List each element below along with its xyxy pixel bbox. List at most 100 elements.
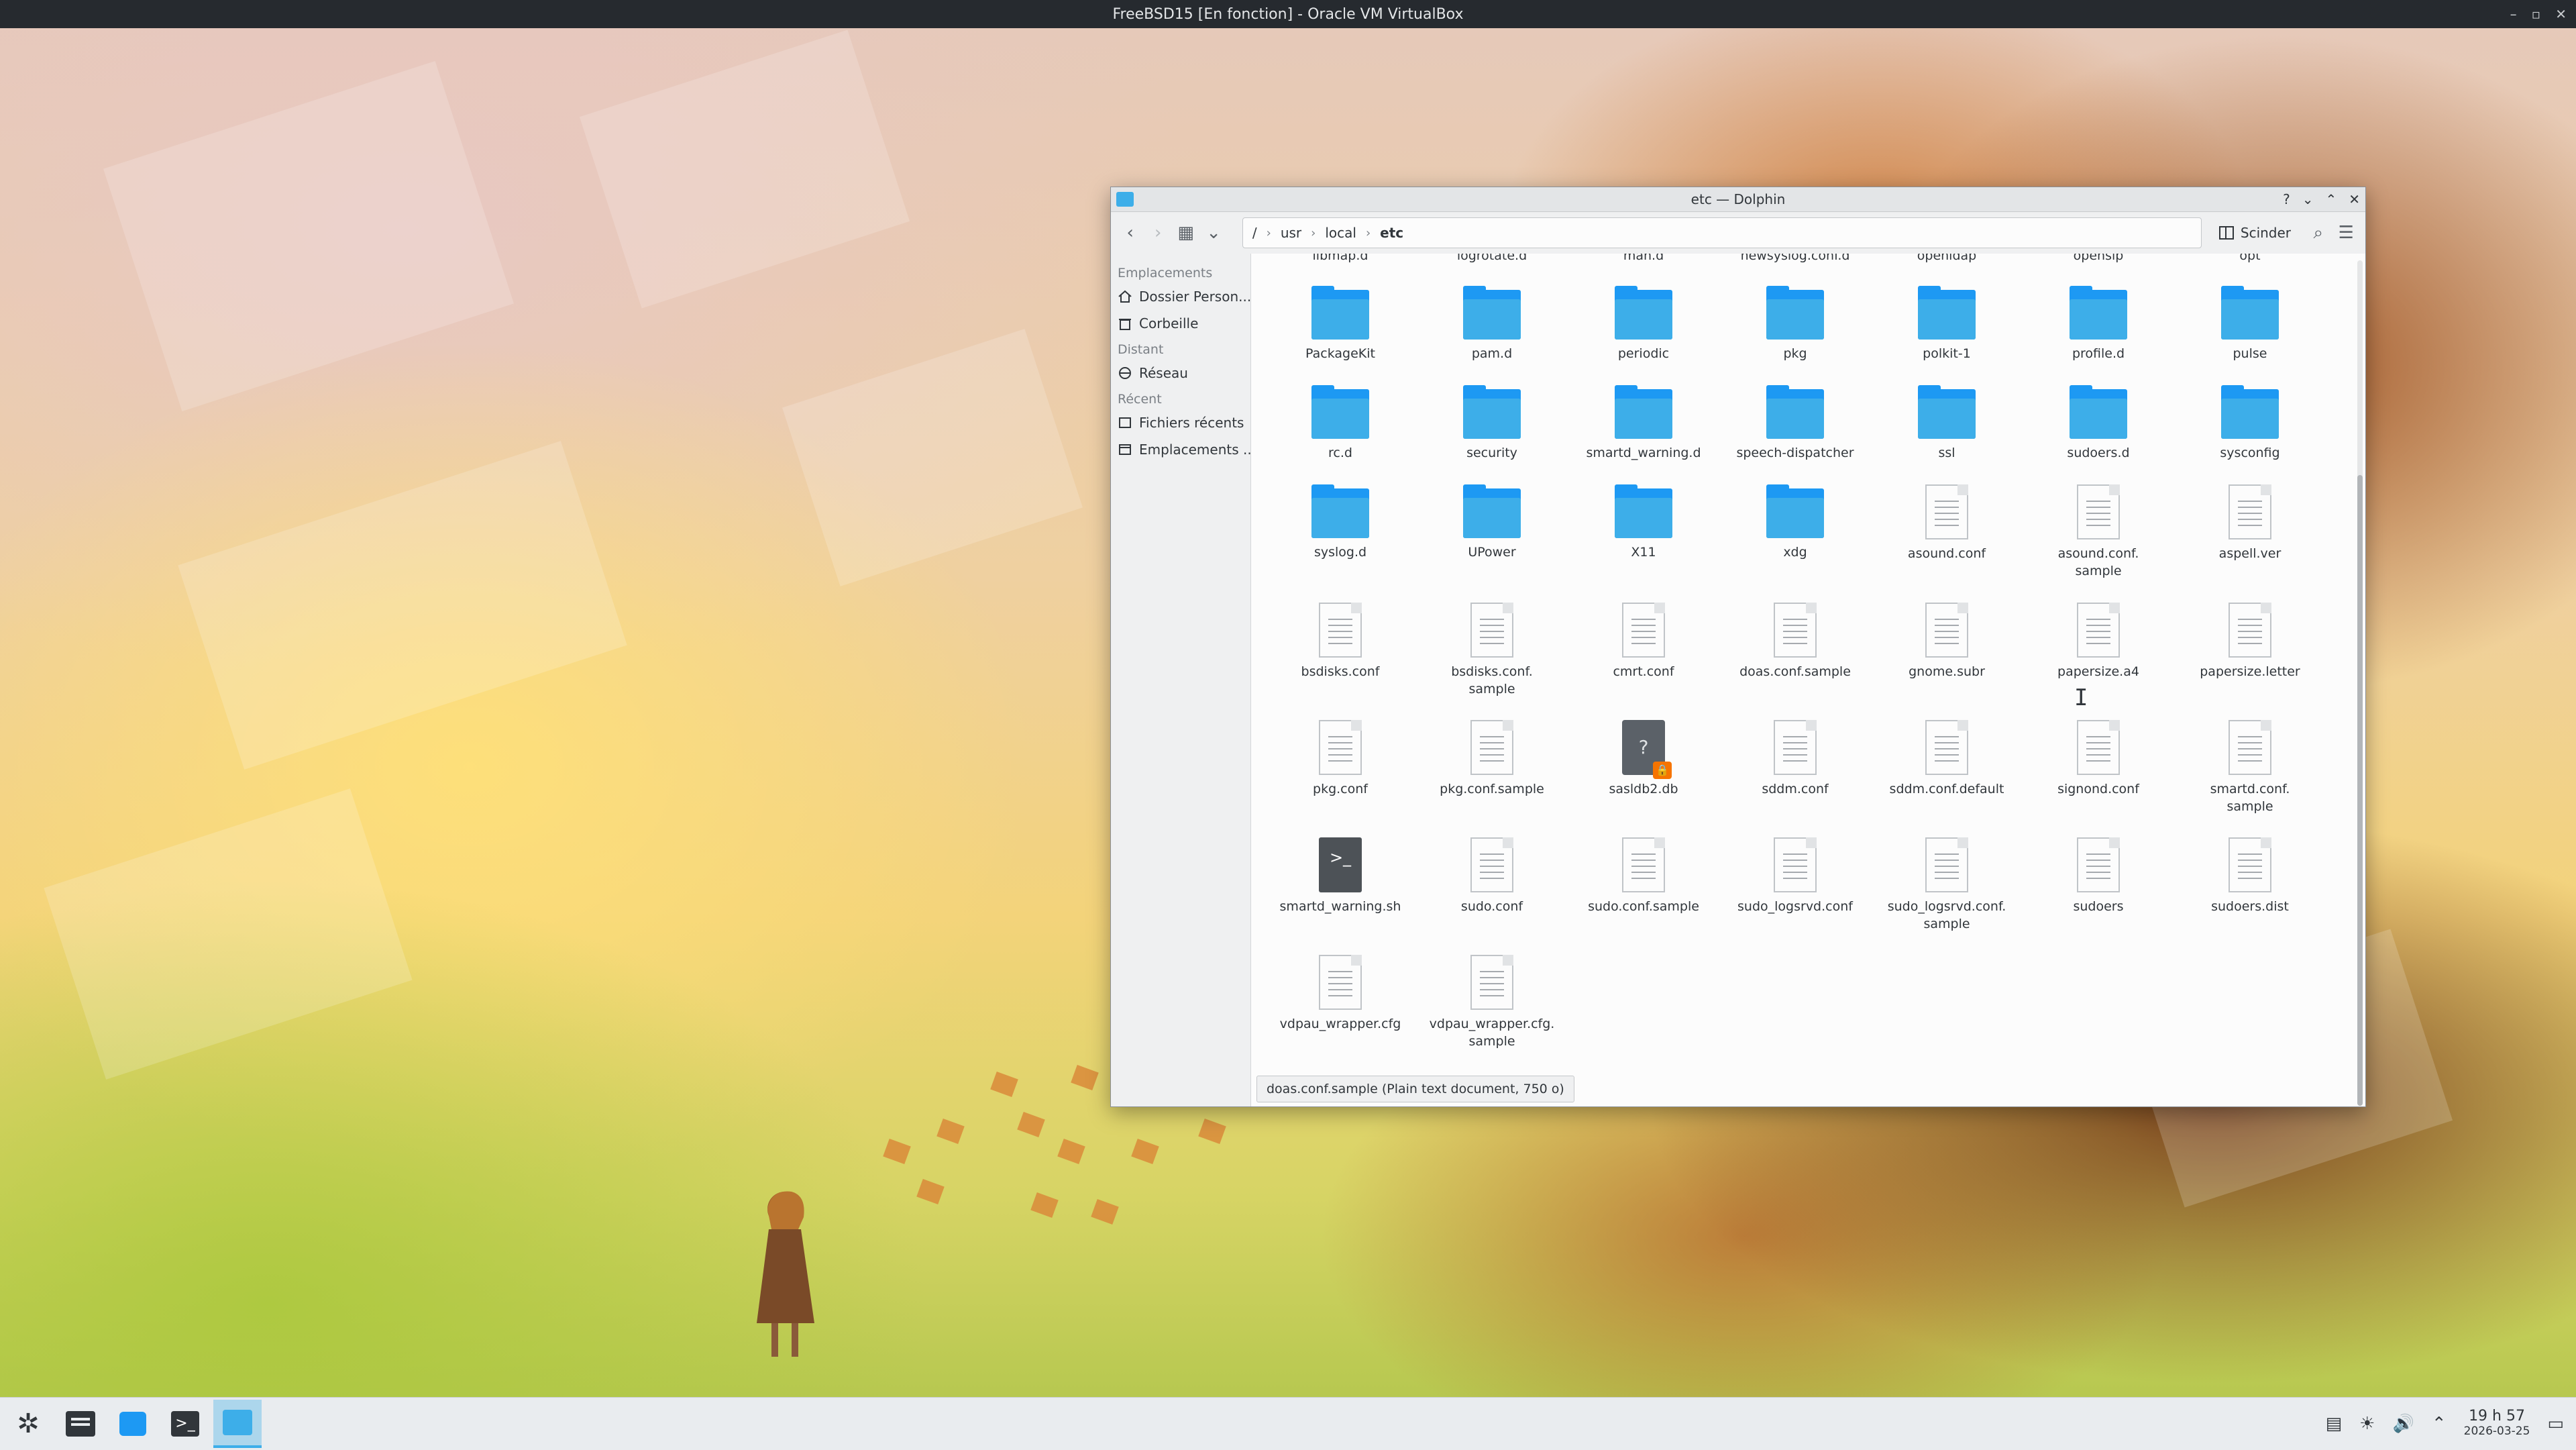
folder-item[interactable]: sysconfig: [2174, 385, 2326, 462]
file-item[interactable]: sudoers: [2023, 837, 2174, 915]
breadcrumb-usr[interactable]: usr: [1281, 225, 1301, 241]
file-item[interactable]: signond.conf: [2023, 720, 2174, 798]
folder-item[interactable]: opt: [2174, 254, 2326, 264]
places-item-trash[interactable]: Corbeille: [1111, 310, 1250, 337]
file-item[interactable]: asound.conf. sample: [2023, 484, 2174, 580]
forward-icon[interactable]: ›: [1148, 223, 1167, 243]
brightness-icon[interactable]: ☀: [2359, 1414, 2375, 1434]
places-item-home[interactable]: Dossier Person...: [1111, 283, 1250, 310]
folder-item[interactable]: pam.d: [1416, 286, 1568, 362]
file-item[interactable]: vdpau_wrapper.cfg: [1265, 955, 1416, 1033]
folder-item[interactable]: speech-dispatcher: [1719, 385, 1871, 462]
chevron-up-icon[interactable]: ⌃: [2432, 1414, 2447, 1434]
file-item[interactable]: bsdisks.conf. sample: [1416, 603, 1568, 698]
folder-item[interactable]: logrotate.d: [1416, 254, 1568, 264]
folder-item[interactable]: profile.d: [2023, 286, 2174, 362]
file-item[interactable]: papersize.a4: [2023, 603, 2174, 680]
file-item[interactable]: pkg.conf: [1265, 720, 1416, 798]
file-item[interactable]: gnome.subr: [1871, 603, 2023, 680]
minimize-button[interactable]: ⌄: [2302, 191, 2314, 207]
chevron-right-icon[interactable]: ›: [1366, 226, 1371, 240]
folder-item[interactable]: xdg: [1719, 484, 1871, 561]
file-item[interactable]: sudo.conf: [1416, 837, 1568, 915]
hamburger-menu-icon[interactable]: ☰: [2337, 223, 2356, 243]
file-item[interactable]: cmrt.conf: [1568, 603, 1719, 680]
file-item[interactable]: bsdisks.conf: [1265, 603, 1416, 680]
taskbar-discover[interactable]: [109, 1400, 157, 1448]
file-item[interactable]: ? 🔒 sasldb2.db: [1568, 720, 1719, 798]
digital-clock[interactable]: 19 h 57 2026-03-25: [2464, 1409, 2530, 1439]
folder-item[interactable]: pulse: [2174, 286, 2326, 362]
folder-item[interactable]: PackageKit: [1265, 286, 1416, 362]
file-item[interactable]: sudo_logsrvd.conf. sample: [1871, 837, 2023, 933]
breadcrumb-root[interactable]: /: [1252, 225, 1257, 241]
network-icon: [1119, 367, 1131, 379]
file-item[interactable]: asound.conf: [1871, 484, 2023, 562]
file-item[interactable]: sudoers.dist: [2174, 837, 2326, 915]
places-item-recent-files[interactable]: Fichiers récents: [1111, 409, 1250, 436]
help-button[interactable]: ?: [2283, 191, 2290, 207]
breadcrumb-etc[interactable]: etc: [1380, 225, 1403, 241]
chevron-right-icon[interactable]: ›: [1267, 226, 1271, 240]
folder-item[interactable]: smartd_warning.d: [1568, 385, 1719, 462]
folder-item[interactable]: periodic: [1568, 286, 1719, 362]
file-item[interactable]: sddm.conf.default: [1871, 720, 2023, 798]
folder-item[interactable]: security: [1416, 385, 1568, 462]
file-item[interactable]: smartd.conf. sample: [2174, 720, 2326, 815]
folder-item[interactable]: newsyslog.conf.d: [1719, 254, 1871, 264]
file-item[interactable]: aspell.ver: [2174, 484, 2326, 562]
file-item[interactable]: doas.conf.sample: [1719, 603, 1871, 680]
scrollbar-thumb[interactable]: [2357, 475, 2363, 1106]
dolphin-titlebar[interactable]: etc — Dolphin ? ⌄ ⌃ ✕: [1111, 187, 2365, 212]
file-item[interactable]: sddm.conf: [1719, 720, 1871, 798]
maximize-button[interactable]: ▫: [2532, 6, 2541, 22]
folder-item[interactable]: openldap: [1871, 254, 2023, 264]
item-label: cmrt.conf: [1613, 664, 1674, 679]
search-icon[interactable]: ⌕: [2308, 223, 2328, 244]
taskbar-system-settings[interactable]: [56, 1400, 105, 1448]
breadcrumb[interactable]: / › usr › local › etc: [1242, 217, 2202, 248]
file-item[interactable]: sudo_logsrvd.conf: [1719, 837, 1871, 915]
application-launcher-button[interactable]: ✲: [4, 1400, 52, 1448]
taskbar-konsole[interactable]: >_: [161, 1400, 209, 1448]
folder-item[interactable]: sudoers.d: [2023, 385, 2174, 462]
places-item-recent-locations[interactable]: Emplacements ...: [1111, 436, 1250, 463]
file-item[interactable]: vdpau_wrapper.cfg. sample: [1416, 955, 1568, 1050]
maximize-button[interactable]: ⌃: [2325, 191, 2337, 207]
konsole-icon: >_: [171, 1411, 199, 1437]
folder-item[interactable]: ssl: [1871, 385, 2023, 462]
file-item[interactable]: pkg.conf.sample: [1416, 720, 1568, 798]
folder-item[interactable]: UPower: [1416, 484, 1568, 561]
taskbar-dolphin[interactable]: [213, 1400, 262, 1448]
file-item[interactable]: >_ smartd_warning.sh: [1265, 837, 1416, 915]
back-icon[interactable]: ‹: [1120, 223, 1140, 243]
folder-item[interactable]: rc.d: [1265, 385, 1416, 462]
folder-icon: [1311, 286, 1369, 340]
folder-item[interactable]: X11: [1568, 484, 1719, 561]
close-button[interactable]: ✕: [2349, 191, 2360, 207]
volume-icon[interactable]: 🔊: [2392, 1414, 2414, 1434]
file-view[interactable]: libmap.d logrotate.d man.d newsyslog.conf.d…: [1251, 254, 2365, 1106]
breadcrumb-local[interactable]: local: [1325, 225, 1356, 241]
folder-item[interactable]: man.d: [1568, 254, 1719, 264]
folder-item[interactable]: libmap.d: [1265, 254, 1416, 264]
show-desktop-icon[interactable]: ▭: [2547, 1414, 2564, 1434]
clipboard-icon[interactable]: ▤: [2326, 1414, 2343, 1434]
system-tray: ▤ ☀ 🔊 ⌃ 19 h 57 2026-03-25 ▭: [2326, 1398, 2564, 1450]
folder-item[interactable]: openslp: [2023, 254, 2174, 264]
vertical-scrollbar[interactable]: [2357, 260, 2363, 1106]
split-view-button[interactable]: Scinder: [2218, 225, 2291, 241]
text-file-icon: [1470, 603, 1513, 658]
file-item[interactable]: papersize.letter: [2174, 603, 2326, 680]
view-mode-chevron-down-icon[interactable]: ⌄: [1203, 223, 1223, 243]
folder-item[interactable]: pkg: [1719, 286, 1871, 362]
folder-icon: [2070, 286, 2127, 340]
minimize-button[interactable]: –: [2510, 6, 2517, 22]
view-mode-icon[interactable]: ▦: [1176, 223, 1195, 243]
chevron-right-icon[interactable]: ›: [1311, 226, 1316, 240]
file-item[interactable]: sudo.conf.sample: [1568, 837, 1719, 915]
folder-item[interactable]: syslog.d: [1265, 484, 1416, 561]
folder-item[interactable]: polkit-1: [1871, 286, 2023, 362]
places-item-network[interactable]: Réseau: [1111, 360, 1250, 386]
close-button[interactable]: ✕: [2555, 6, 2567, 22]
